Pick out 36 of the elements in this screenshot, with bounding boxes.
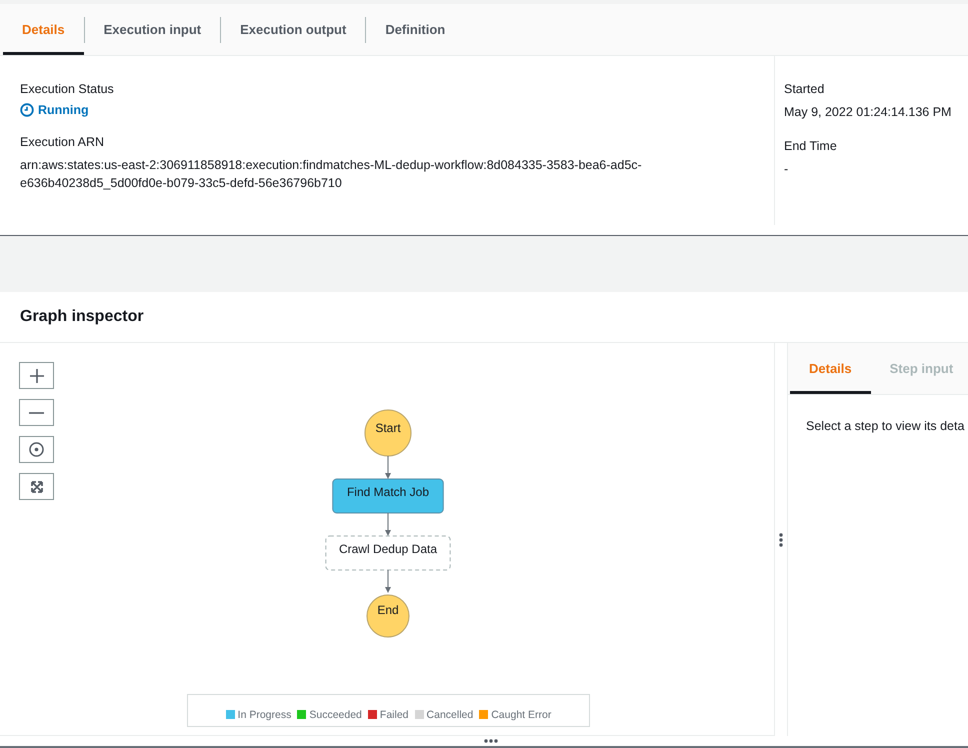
legend-label: Failed bbox=[380, 708, 409, 720]
arrow bbox=[385, 456, 391, 479]
zoom-in-button[interactable] bbox=[19, 362, 54, 389]
arrow bbox=[385, 570, 391, 593]
legend-label: In Progress bbox=[238, 708, 292, 720]
expand-arrows-icon bbox=[30, 480, 42, 492]
legend-label: Succeeded bbox=[309, 708, 362, 720]
panel-title: Graph inspector bbox=[20, 308, 144, 326]
field-label: End Time bbox=[784, 139, 838, 153]
legend-label: Cancelled bbox=[426, 708, 474, 720]
drag-handle-icon[interactable] bbox=[484, 739, 498, 743]
field-label: Execution ARN bbox=[20, 135, 106, 149]
target-icon bbox=[29, 442, 44, 457]
field-value: - bbox=[784, 161, 790, 178]
plus-icon bbox=[30, 368, 44, 382]
drag-handle-icon[interactable] bbox=[779, 532, 783, 546]
field-value: arn:aws:states:us-east-2:306911858918:execution:findmatches-ML-dedup-workflow:8d084335-3583-bea6-ad5c-e636b40238d5_5d00fd0e-b079-33c5-defd-56e36796b710 bbox=[20, 157, 643, 192]
field-label: Started bbox=[784, 82, 826, 96]
legend-label: Caught Error bbox=[491, 708, 552, 720]
tab[interactable]: Execution output bbox=[221, 4, 366, 55]
status-text: Running bbox=[20, 103, 754, 117]
clock-icon bbox=[20, 103, 34, 117]
empty-message: Select a step to view its deta bbox=[805, 418, 966, 433]
terminal-node[interactable]: End bbox=[366, 594, 410, 638]
tab[interactable]: Execution input bbox=[84, 4, 220, 55]
field-value: May 9, 2022 01:24:14.136 PM bbox=[784, 104, 952, 121]
terminal-node[interactable]: Start bbox=[364, 410, 412, 456]
center-button[interactable] bbox=[19, 436, 54, 463]
minus-icon bbox=[29, 412, 44, 414]
task-node[interactable]: Find Match Job bbox=[332, 478, 444, 514]
arrow bbox=[385, 512, 391, 536]
fit-view-button[interactable] bbox=[19, 473, 54, 500]
task-node[interactable]: Crawl Dedup Data bbox=[325, 536, 451, 570]
field-label: Execution Status bbox=[20, 82, 115, 96]
zoom-out-button[interactable] bbox=[19, 399, 54, 426]
tab[interactable]: Definition bbox=[366, 4, 464, 55]
